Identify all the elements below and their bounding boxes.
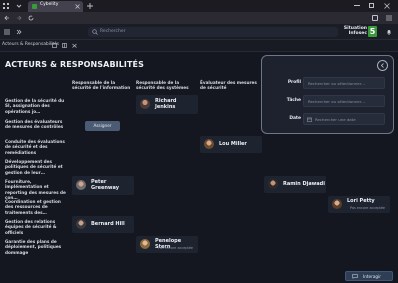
collapse-button[interactable] (377, 60, 388, 71)
avatar (204, 139, 214, 149)
person-name: Richard Jenkins (155, 98, 177, 110)
person-card-lori[interactable]: Lori Petty Pas encore acceptée (328, 196, 390, 213)
pending-status: Pas encore acceptée (350, 206, 386, 210)
person-name: Lori Petty (347, 198, 375, 204)
interact-button[interactable]: Interagir (345, 271, 393, 281)
row-label: Développement des politiques de sécurité… (5, 159, 63, 175)
favicon-icon (32, 4, 37, 9)
reload-icon[interactable] (28, 15, 34, 21)
brand-line-2: Infosec (348, 30, 367, 36)
person-name: Lou Miller (219, 141, 247, 147)
row-label: Coordination et gestion des ressources d… (5, 199, 61, 215)
minimize-icon[interactable] (354, 5, 360, 6)
tab-list-icon[interactable] (16, 3, 22, 9)
back-icon[interactable] (4, 15, 10, 21)
app-header: Rechercher Situation Infosec 5 (0, 24, 398, 40)
date-field[interactable]: Rechercher une date (303, 113, 385, 125)
person-card-lou[interactable]: Lou Miller (200, 136, 262, 153)
person-card-bernard[interactable]: Bernard Hill (72, 216, 134, 233)
maximize-icon[interactable] (369, 3, 374, 8)
expand-icon[interactable] (16, 29, 22, 35)
new-tab-icon[interactable] (87, 3, 93, 9)
profile-label: Profil (287, 80, 301, 85)
browser-tab[interactable]: Cybelity (28, 1, 83, 12)
avatar (140, 99, 150, 109)
close-window-icon[interactable] (384, 3, 390, 9)
profile-placeholder: Rechercher ou sélectionner… (308, 81, 366, 86)
row-label: Garantie des plans de déploiement, polit… (5, 239, 62, 255)
date-placeholder: Rechercher une date (315, 117, 356, 122)
bell-icon[interactable] (386, 29, 392, 35)
row-label: Gestion des évaluateurs de mesures de co… (5, 119, 64, 130)
avatar (332, 199, 342, 209)
row-label: Gestion de la sécurité du SI, assignatio… (5, 98, 65, 114)
calendar-icon (307, 117, 312, 122)
person-card-penelope[interactable]: Penelope Stern Pas encore acceptée (136, 236, 198, 253)
row-label: Fourniture, implémentation et reporting … (5, 179, 66, 201)
forward-icon[interactable] (16, 15, 22, 21)
page-title: ACTEURS & RESPONSABILITÉS (5, 60, 144, 69)
row-label: Conduite des évaluations de sécurité et … (5, 139, 65, 155)
row-label: Gestion des relations équipes de sécurit… (5, 219, 57, 235)
interact-label: Interagir (363, 274, 381, 279)
search-placeholder: Rechercher (100, 29, 126, 34)
tab-close-icon[interactable] (52, 43, 57, 48)
document-tabstrip: Acteurs & Responsabilités (0, 40, 398, 52)
close-tab-icon[interactable] (75, 4, 80, 9)
tab-acteurs[interactable]: Acteurs & Responsabilités (2, 42, 59, 47)
browser-tab-title: Cybelity (40, 2, 59, 7)
assign-button[interactable]: Assigner (85, 121, 120, 131)
column-header-evaluateur: Évaluateur des mesures de sécurité (200, 80, 257, 90)
tab-split-icon[interactable] (62, 43, 67, 48)
person-card-richard[interactable]: Richard Jenkins (136, 95, 198, 114)
pending-status: Pas encore acceptée (158, 246, 194, 250)
task-field[interactable]: Rechercher ou sélectionner… (303, 95, 385, 107)
browser-navbar: https://www.cybelity.com (0, 12, 398, 34)
person-card-peter[interactable]: Peter Greenway (72, 176, 134, 195)
person-name: Bernard Hill (91, 221, 125, 227)
chevron-left-icon (380, 63, 384, 68)
browser-menu-icon[interactable] (386, 15, 392, 21)
column-header-rssi: Responsable de la sécurité de l'informat… (72, 80, 131, 90)
search-icon (92, 29, 98, 35)
task-placeholder: Rechercher ou sélectionner… (308, 99, 366, 104)
person-card-ramin[interactable]: Ramin Djawadi (264, 176, 326, 193)
person-name: Ramin Djawadi (283, 181, 325, 187)
chat-icon (352, 274, 358, 279)
extensions-icon[interactable] (372, 15, 378, 21)
avatar (140, 239, 150, 249)
avatar (76, 180, 86, 190)
menu-icon[interactable] (3, 3, 9, 9)
profile-field[interactable]: Rechercher ou sélectionner… (303, 77, 385, 89)
person-name: Peter Greenway (91, 179, 120, 191)
browser-tabbar: Cybelity (0, 0, 398, 12)
avatar (76, 219, 86, 229)
app-menu-icon[interactable] (4, 29, 10, 35)
avatar (268, 179, 278, 189)
task-label: Tâche (286, 98, 301, 103)
search-input[interactable]: Rechercher (88, 27, 338, 37)
tab-more-icon[interactable] (72, 43, 77, 48)
column-header-rss: Responsable de la sécurité des systèmes (136, 80, 189, 90)
date-label: Date (289, 116, 301, 121)
brand-badge: 5 (368, 26, 377, 37)
brand-name: Situation Infosec (343, 26, 367, 36)
